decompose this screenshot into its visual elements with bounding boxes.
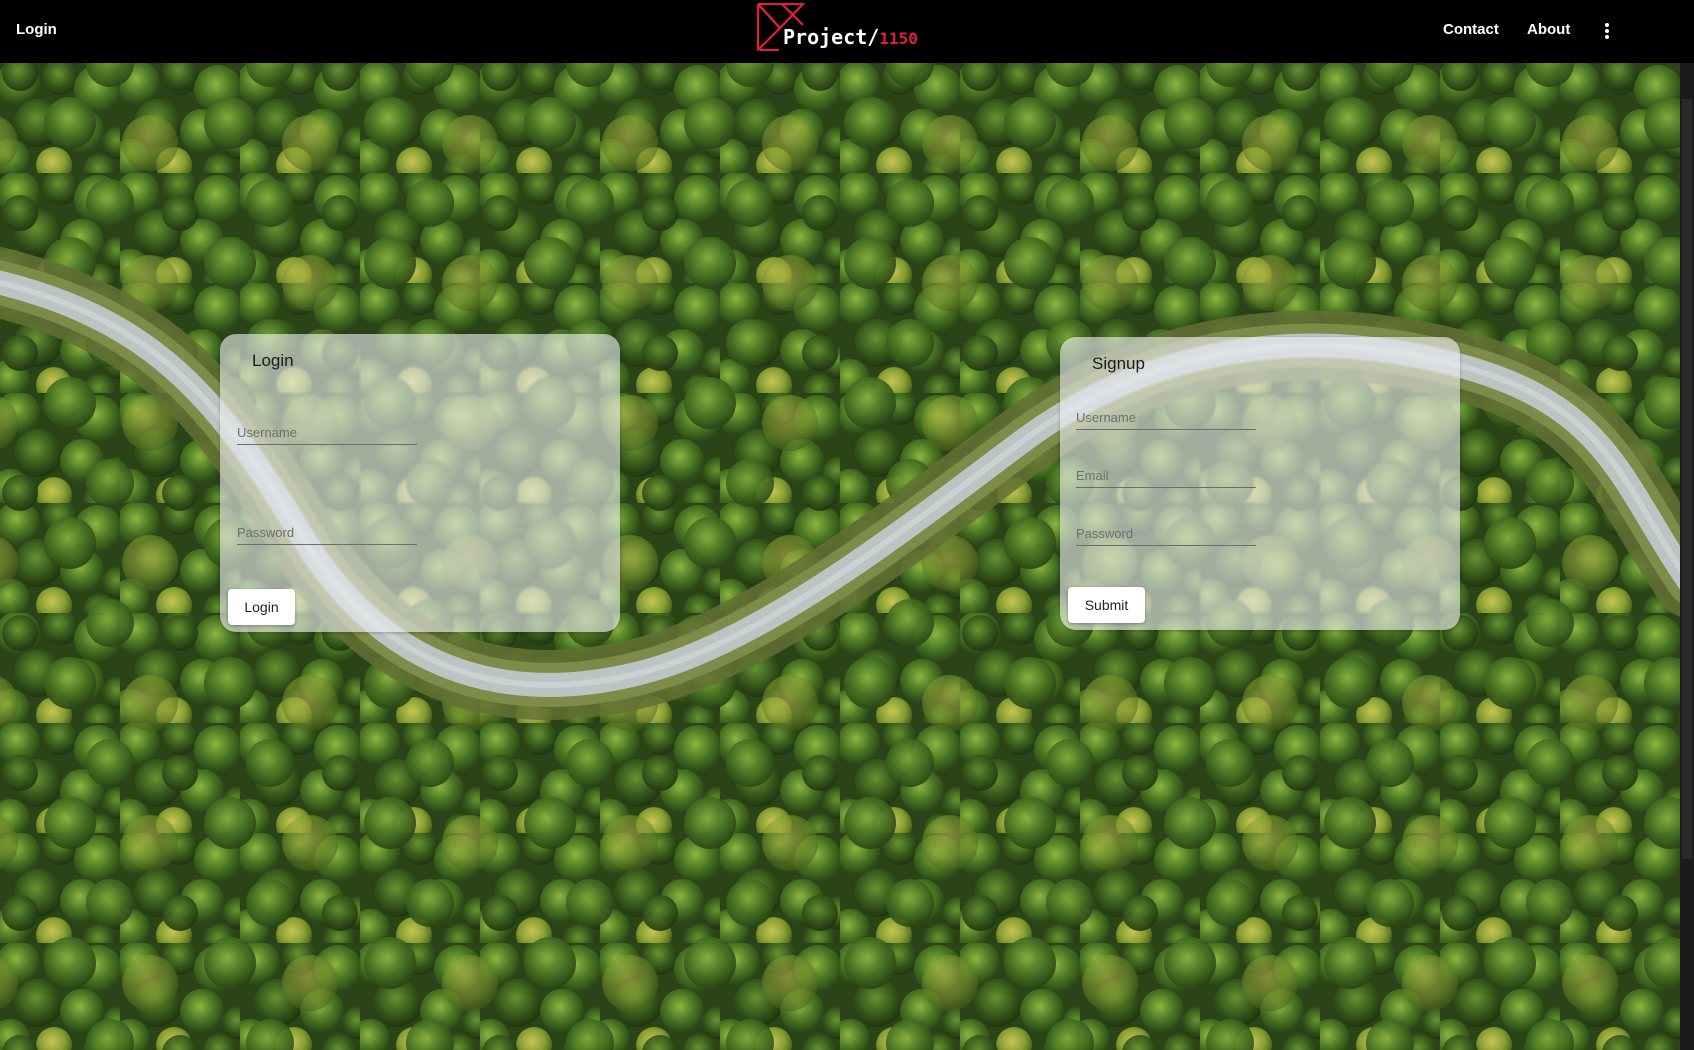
brand-name: Project/ bbox=[783, 25, 880, 49]
login-button[interactable]: Login bbox=[228, 589, 295, 625]
signup-username-input[interactable] bbox=[1076, 405, 1256, 430]
signup-card: Signup Submit bbox=[1060, 337, 1460, 630]
nav-login-link[interactable]: Login bbox=[16, 21, 57, 38]
signup-password-input[interactable] bbox=[1076, 521, 1256, 546]
kebab-dot bbox=[1605, 35, 1609, 39]
signup-card-title: Signup bbox=[1092, 354, 1145, 373]
kebab-dot bbox=[1605, 29, 1609, 33]
brand-logo[interactable]: Project/1150 bbox=[757, 3, 937, 55]
brand-wordmark: Project/1150 bbox=[783, 25, 918, 49]
page: Login Project/1150 Contact About Login U… bbox=[0, 0, 1694, 1050]
kebab-menu-icon[interactable] bbox=[1600, 20, 1614, 42]
nav-about-link[interactable]: About bbox=[1527, 21, 1570, 38]
login-card-title: Login bbox=[252, 351, 294, 370]
nav-contact-link[interactable]: Contact bbox=[1443, 21, 1499, 38]
kebab-dot bbox=[1605, 23, 1609, 27]
scrollbar[interactable] bbox=[1680, 63, 1694, 1050]
top-nav-bar: Login Project/1150 Contact About bbox=[0, 0, 1694, 63]
submit-button[interactable]: Submit bbox=[1068, 587, 1145, 623]
brand-number: 1150 bbox=[879, 29, 918, 48]
login-card: Login Login bbox=[220, 334, 620, 632]
login-password-input[interactable] bbox=[237, 520, 417, 545]
signup-email-input[interactable] bbox=[1076, 463, 1256, 488]
scrollbar-thumb[interactable] bbox=[1682, 99, 1692, 859]
login-username-input[interactable] bbox=[237, 420, 417, 445]
